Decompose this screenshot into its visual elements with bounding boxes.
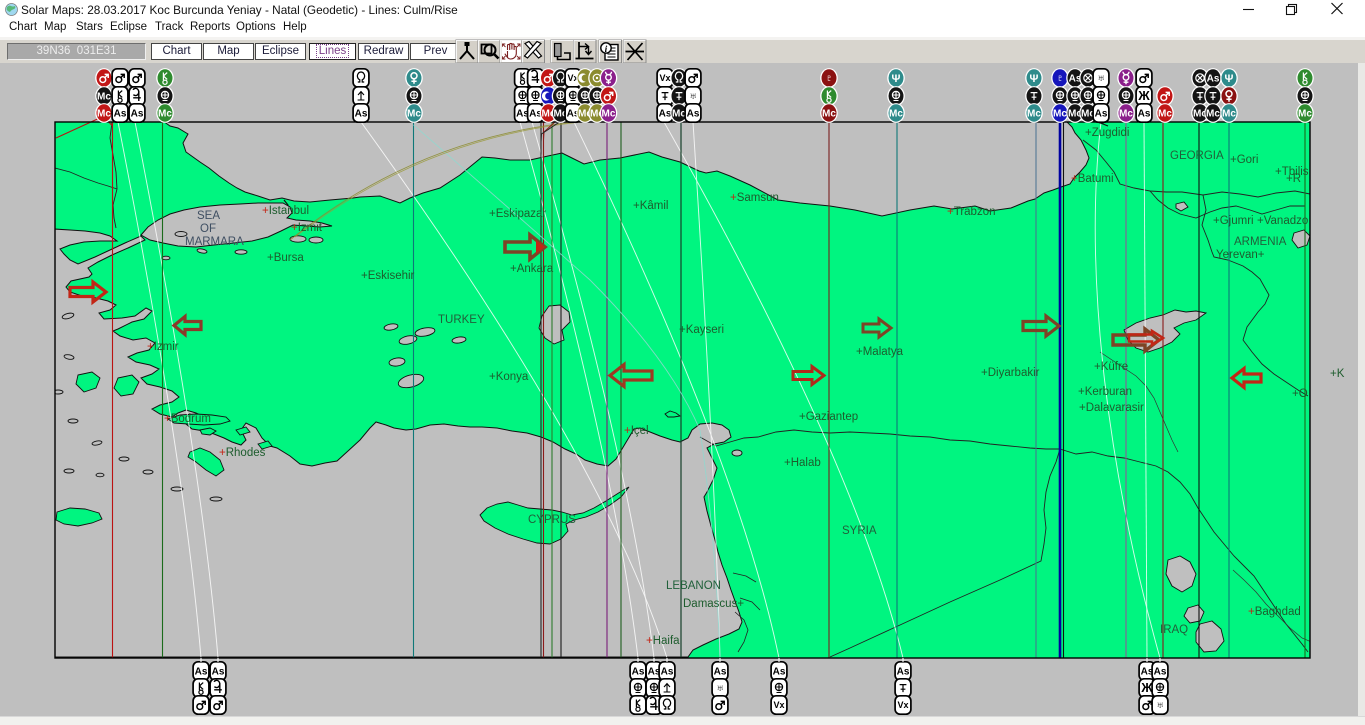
svg-text:+Eskisehir: +Eskisehir — [361, 270, 415, 282]
svg-text:Mc: Mc — [1119, 108, 1133, 119]
svg-text:+O: +O — [1292, 388, 1308, 400]
svg-text:Ж︎: Ж︎ — [1137, 89, 1150, 103]
svg-text:Ψ︎: Ψ︎ — [1225, 73, 1234, 85]
svg-text:Mc: Mc — [672, 108, 686, 119]
svg-text:+Vanadzo: +Vanadzo — [1257, 215, 1308, 227]
svg-text:ARMENIA: ARMENIA — [1234, 236, 1287, 248]
svg-text:As: As — [714, 666, 727, 677]
svg-text:Mc: Mc — [602, 108, 616, 119]
svg-text:+Izmit: +Izmit — [291, 222, 323, 234]
svg-text:As: As — [1138, 108, 1151, 119]
svg-text:As: As — [659, 108, 672, 119]
svg-text:+Gori: +Gori — [1230, 154, 1258, 166]
svg-text:+Kayseri: +Kayseri — [679, 324, 724, 336]
svg-text:Vx: Vx — [773, 700, 784, 710]
svg-text:Mc: Mc — [1027, 108, 1041, 119]
svg-text:+Içel: +Içel — [624, 425, 649, 437]
svg-text:Yerevan+: Yerevan+ — [1216, 249, 1265, 261]
svg-text:As: As — [195, 666, 208, 677]
svg-text:+K: +K — [1330, 368, 1345, 380]
svg-text:As: As — [212, 666, 225, 677]
svg-text:+Haifa: +Haifa — [646, 635, 680, 647]
svg-text:As: As — [1095, 108, 1108, 119]
svg-text:+Batumi: +Batumi — [1071, 173, 1114, 185]
svg-text:Mc: Mc — [1298, 108, 1312, 119]
svg-text:Mc: Mc — [889, 108, 903, 119]
svg-text:+Gjumri: +Gjumri — [1213, 215, 1254, 227]
svg-text:Mc: Mc — [1206, 108, 1220, 119]
svg-text:+Gaziantep: +Gaziantep — [799, 411, 858, 423]
svg-text:Mc: Mc — [1222, 108, 1236, 119]
svg-text:♇︎: ♇︎ — [1055, 71, 1064, 85]
svg-text:+Bursa: +Bursa — [267, 252, 304, 264]
svg-text:i: i — [605, 45, 608, 55]
svg-text:As: As — [773, 666, 786, 677]
svg-text:Ψ︎: Ψ︎ — [1030, 73, 1039, 85]
svg-text:IRAQ: IRAQ — [1160, 624, 1188, 636]
svg-text:SYRIA: SYRIA — [842, 525, 877, 537]
svg-text:As: As — [897, 666, 910, 677]
svg-text:+Kerburan: +Kerburan — [1078, 386, 1132, 398]
svg-text:+Baghdad: +Baghdad — [1248, 606, 1301, 618]
svg-text:GEORGIA: GEORGIA — [1170, 150, 1224, 162]
svg-text:Mc: Mc — [407, 108, 421, 119]
svg-text:+Kâmil: +Kâmil — [633, 200, 668, 212]
svg-text:Ψ︎: Ψ︎ — [892, 73, 901, 85]
svg-text:As: As — [1207, 73, 1220, 84]
svg-text:♅︎: ♅︎ — [715, 681, 724, 695]
svg-text:OF: OF — [200, 223, 216, 235]
svg-text:Mc: Mc — [1053, 108, 1067, 119]
svg-text:As: As — [114, 108, 127, 119]
svg-text:♅︎: ♅︎ — [1096, 71, 1105, 85]
svg-text:♅︎: ♅︎ — [688, 89, 697, 103]
svg-text:+Küfre: +Küfre — [1094, 361, 1128, 373]
svg-text:+Halab: +Halab — [784, 457, 821, 469]
svg-text:Mc: Mc — [97, 108, 111, 119]
svg-text:LEBANON: LEBANON — [666, 580, 721, 592]
svg-text:♅︎: ♅︎ — [1155, 698, 1164, 712]
svg-text:+Dalavarasir: +Dalavarasir — [1079, 402, 1144, 414]
svg-text:As: As — [355, 108, 368, 119]
svg-text:+Eskipazar: +Eskipazar — [489, 208, 546, 220]
svg-text:♇︎: ♇︎ — [824, 71, 833, 85]
svg-text:+Bodrum: +Bodrum — [164, 413, 211, 425]
svg-text:Mc: Mc — [158, 108, 172, 119]
svg-text:+Samsun: +Samsun — [730, 192, 779, 204]
svg-text:Mc: Mc — [1158, 108, 1172, 119]
svg-text:+Istanbul: +Istanbul — [262, 205, 309, 217]
svg-text:CYPRUS: CYPRUS — [528, 514, 576, 526]
svg-text:TURKEY: TURKEY — [438, 314, 485, 326]
svg-text:+Konya: +Konya — [489, 371, 529, 383]
svg-text:SEA: SEA — [197, 210, 220, 222]
svg-text:+R: +R — [1286, 173, 1301, 185]
svg-text:As: As — [131, 108, 144, 119]
svg-text:+Trabzon: +Trabzon — [947, 206, 995, 218]
svg-text:As: As — [661, 666, 674, 677]
svg-text:+Diyarbakir: +Diyarbakir — [981, 367, 1040, 379]
svg-text:Vx: Vx — [659, 73, 670, 83]
svg-text:Damascus+: Damascus+ — [683, 598, 744, 610]
svg-text:+Malatya: +Malatya — [856, 346, 904, 358]
svg-text:As: As — [1154, 666, 1167, 677]
svg-text:Vx: Vx — [897, 700, 908, 710]
svg-text:MARMARA: MARMARA — [185, 236, 244, 248]
svg-text:+Izmir: +Izmir — [147, 341, 179, 353]
svg-text:As: As — [687, 108, 700, 119]
svg-text:As: As — [632, 666, 645, 677]
svg-text:+Ankara: +Ankara — [510, 263, 554, 275]
svg-text:Mc: Mc — [822, 108, 836, 119]
svg-text:Mc: Mc — [97, 91, 111, 102]
svg-text:+Zugdidi: +Zugdidi — [1085, 127, 1129, 139]
svg-text:+Rhodes: +Rhodes — [219, 447, 266, 459]
